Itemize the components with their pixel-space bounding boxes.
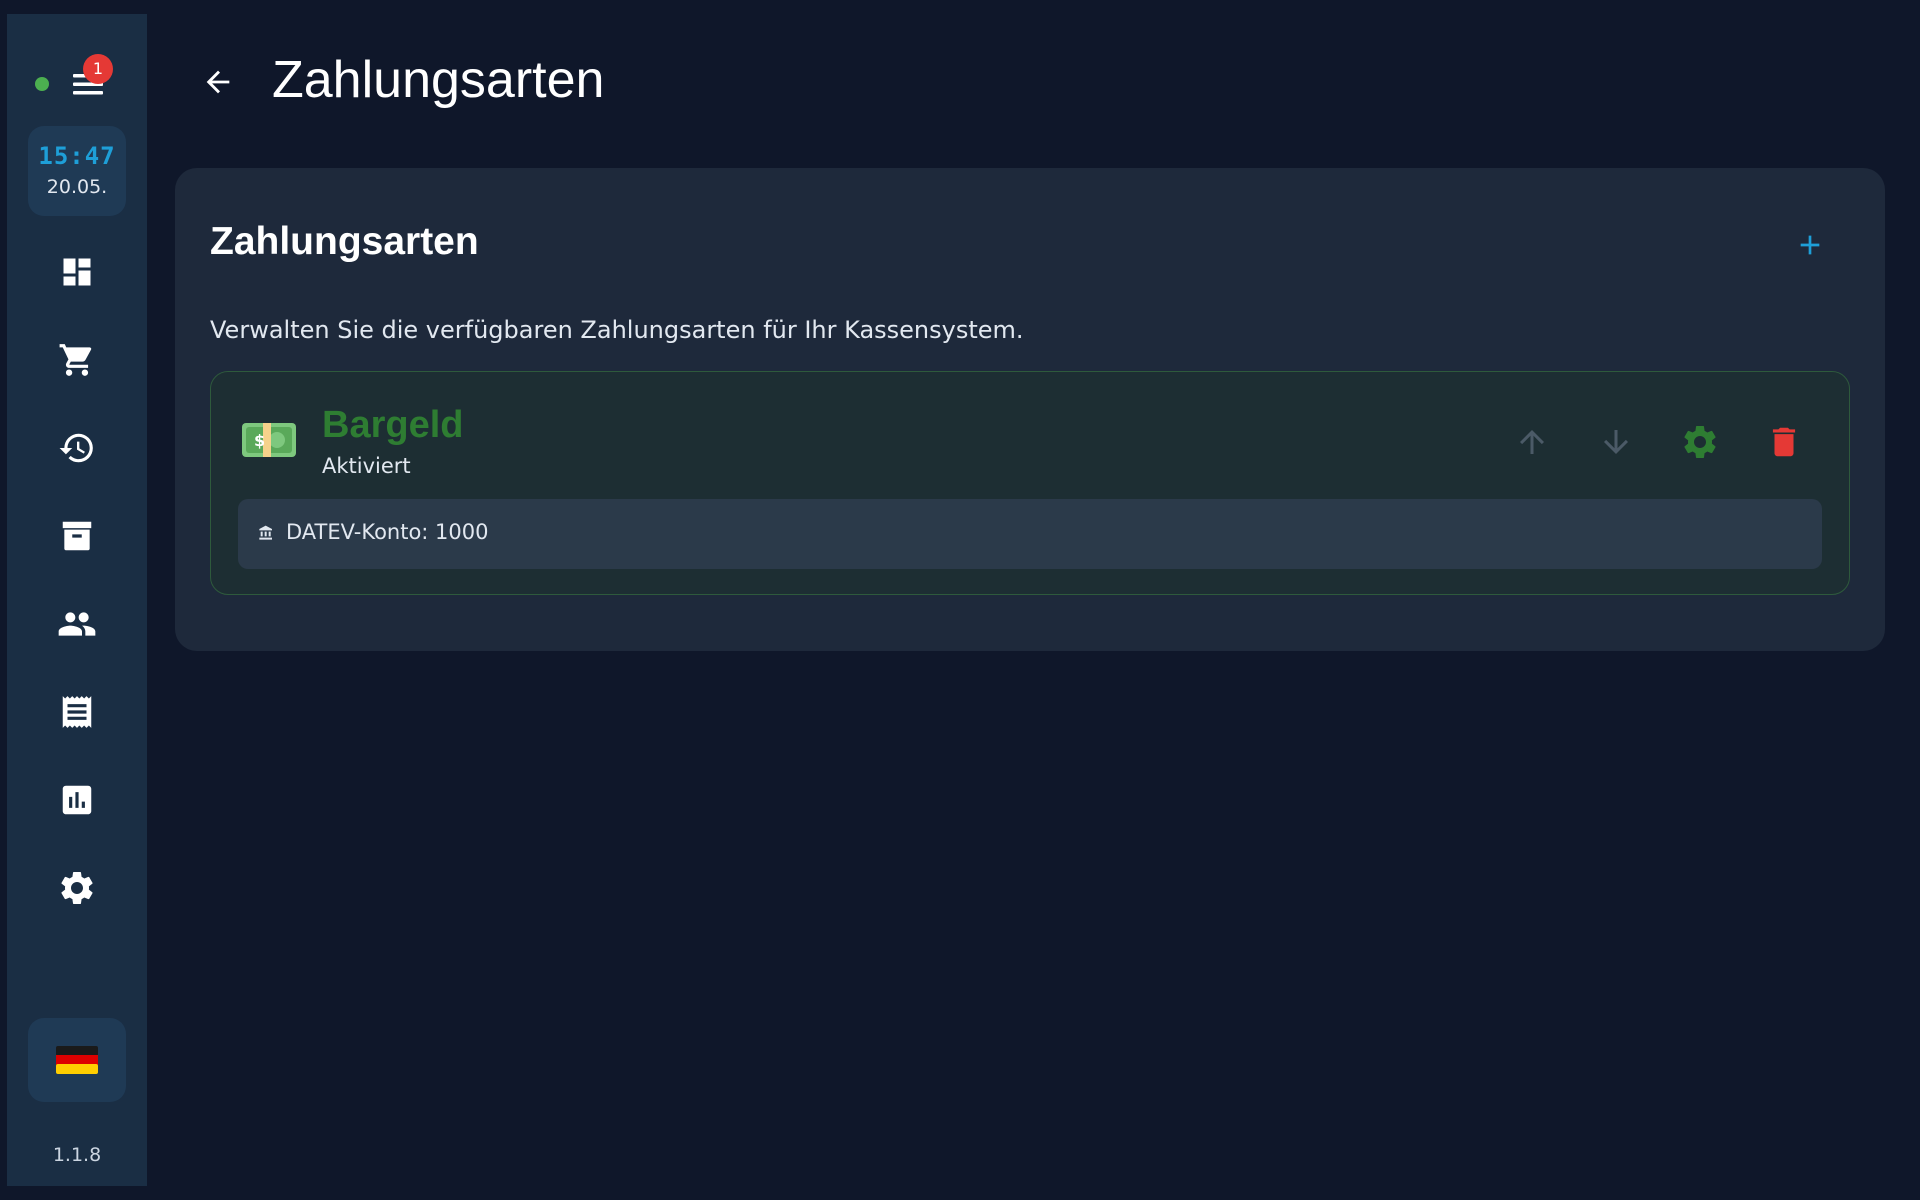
nav-item-users[interactable] xyxy=(41,588,113,660)
users-icon xyxy=(58,612,96,636)
nav-item-receipts[interactable] xyxy=(41,676,113,748)
clock-date: 20.05. xyxy=(46,176,108,198)
notification-badge: 1 xyxy=(83,54,113,84)
arrow-up-icon xyxy=(1520,430,1544,454)
nav-item-cart[interactable] xyxy=(41,324,113,396)
arrow-down-icon xyxy=(1604,430,1628,454)
payment-method-status: Aktiviert xyxy=(322,454,411,478)
connection-status-dot xyxy=(35,77,49,91)
payment-method-name: Bargeld xyxy=(322,404,464,446)
chart-icon xyxy=(62,785,92,815)
history-icon xyxy=(59,433,93,463)
back-button[interactable] xyxy=(196,60,240,104)
page-title: Zahlungsarten xyxy=(272,51,605,109)
nav-item-reports[interactable] xyxy=(41,764,113,836)
arrow-back-icon xyxy=(206,70,230,94)
archive-icon xyxy=(62,521,92,551)
svg-text:$: $ xyxy=(254,431,265,450)
cart-icon xyxy=(59,344,92,376)
language-switcher[interactable] xyxy=(28,1018,126,1102)
dashboard-icon xyxy=(63,258,91,286)
card-description: Verwalten Sie die verfügbaren Zahlungsar… xyxy=(210,316,1024,344)
move-down-button[interactable] xyxy=(1592,418,1640,466)
nav-item-archive[interactable] xyxy=(41,500,113,572)
bank-icon xyxy=(259,525,272,540)
nav-item-history[interactable] xyxy=(41,412,113,484)
gear-icon xyxy=(61,872,93,904)
clock-time: 15:47 xyxy=(38,142,116,170)
german-flag-icon xyxy=(56,1046,98,1074)
plus-icon xyxy=(1800,235,1820,255)
datev-account-label: DATEV-Konto: 1000 xyxy=(286,520,489,544)
datev-account-info: DATEV-Konto: 1000 xyxy=(238,499,1822,569)
gear-icon xyxy=(1684,426,1716,458)
banknote-icon: $ xyxy=(241,420,297,460)
receipt-icon xyxy=(62,696,92,728)
nav-item-settings[interactable] xyxy=(41,852,113,924)
trash-icon xyxy=(1772,427,1796,457)
payment-settings-button[interactable] xyxy=(1676,418,1724,466)
clock-widget: 15:47 20.05. xyxy=(28,126,126,216)
payment-method-item: $ Bargeld Aktiviert DATEV-Konto: 1000 xyxy=(210,371,1850,595)
app-version: 1.1.8 xyxy=(52,1144,102,1166)
nav-item-dashboard[interactable] xyxy=(41,236,113,308)
move-up-button[interactable] xyxy=(1508,418,1556,466)
card-title: Zahlungsarten xyxy=(210,220,479,263)
sidebar: 1 15:47 20.05. 1.1.8 xyxy=(7,14,147,1186)
payment-methods-card: Zahlungsarten Verwalten Sie die verfügba… xyxy=(175,168,1885,651)
delete-button[interactable] xyxy=(1760,418,1808,466)
add-payment-method-button[interactable] xyxy=(1785,220,1835,270)
